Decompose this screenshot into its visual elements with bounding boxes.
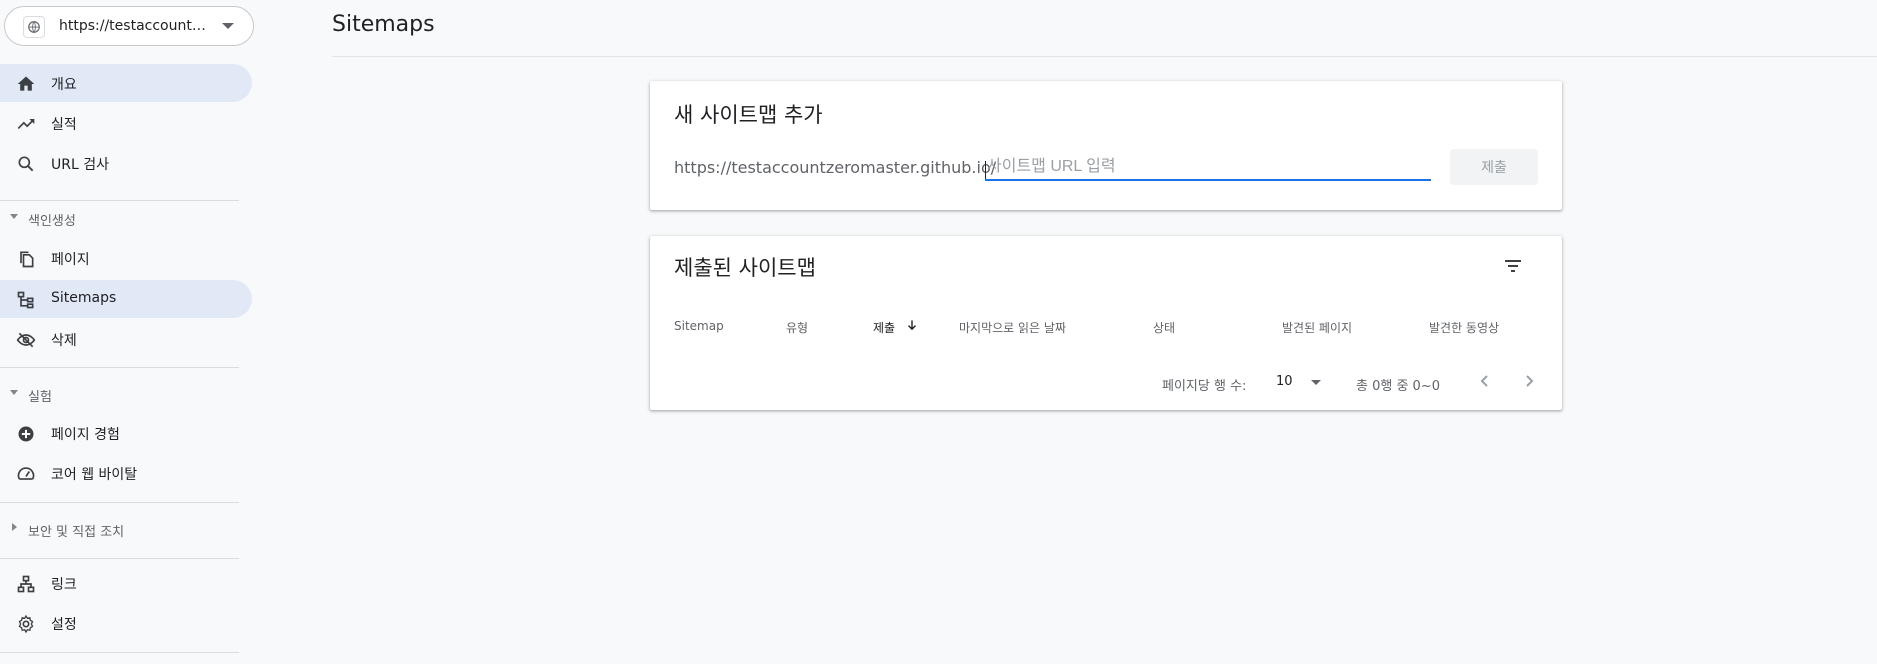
sidebar-item-label: 페이지 경험 — [51, 427, 120, 443]
submitted-sitemaps-title: 제출된 사이트맵 — [674, 256, 816, 280]
chevron-right-icon[interactable] — [1517, 369, 1541, 393]
sidebar-item-links[interactable]: 링크 — [0, 564, 252, 602]
sidebar-item-label: 링크 — [51, 577, 77, 593]
column-header-submitted[interactable]: 제출 — [873, 319, 895, 336]
caret-right-icon — [12, 523, 17, 531]
home-icon — [17, 76, 35, 91]
sitemap-url-prefix: https://testaccountzeromaster.github.io/ — [674, 158, 997, 177]
column-header-status[interactable]: 상태 — [1153, 319, 1175, 336]
sidebar-item-label: 실적 — [51, 117, 77, 133]
section-indexing[interactable]: 색인생성 — [0, 204, 252, 232]
arrow-down-icon — [908, 320, 916, 331]
column-header-discovered-videos[interactable]: 발견한 동영상 — [1429, 319, 1499, 336]
pages-icon — [20, 251, 34, 268]
sidebar-item-label: 삭제 — [51, 333, 77, 349]
rows-per-page-label: 페이지당 행 수: — [1162, 379, 1247, 394]
divider — [0, 502, 239, 503]
sidebar-item-pages[interactable]: 페이지 — [0, 239, 252, 277]
sidebar-item-label: URL 검사 — [51, 157, 109, 173]
add-sitemap-title: 새 사이트맵 추가 — [674, 103, 823, 127]
chevron-down-icon[interactable] — [1311, 380, 1321, 385]
caret-down-icon — [10, 214, 18, 219]
column-header-type[interactable]: 유형 — [786, 319, 808, 336]
column-header-sitemap[interactable]: Sitemap — [674, 319, 724, 333]
sidebar-item-overview[interactable]: 개요 — [0, 64, 252, 102]
header-divider — [332, 56, 1877, 57]
sidebar-item-label: 개요 — [51, 77, 77, 93]
links-icon — [17, 575, 35, 593]
filter-icon[interactable] — [1501, 254, 1525, 278]
sidebar: https://testaccountzeromaster.github.io/… — [0, 0, 262, 664]
trending-up-icon — [17, 119, 35, 129]
sidebar-item-label: Sitemaps — [51, 290, 117, 306]
app: https://testaccountzeromaster.github.io/… — [0, 0, 1877, 664]
chevron-left-icon[interactable] — [1473, 369, 1497, 393]
sidebar-item-performance[interactable]: 실적 — [0, 104, 252, 142]
caret-down-icon — [10, 390, 18, 395]
divider — [0, 652, 239, 653]
property-url: https://testaccountzeromaster.github.io/ — [59, 18, 213, 34]
sidebar-item-label: 페이지 — [51, 252, 90, 268]
sidebar-item-page-experience[interactable]: 페이지 경험 — [0, 414, 252, 452]
chevron-down-icon — [222, 23, 234, 29]
pagination-range: 총 0행 중 0~0 — [1356, 379, 1440, 394]
property-selector[interactable]: https://testaccountzeromaster.github.io/ — [4, 6, 254, 46]
sidebar-item-removals[interactable]: 삭제 — [0, 320, 252, 358]
divider — [0, 200, 239, 201]
rows-per-page-select[interactable]: 10 — [1276, 374, 1293, 389]
settings-icon — [18, 614, 34, 634]
divider — [0, 367, 239, 368]
speed-icon — [17, 467, 35, 480]
section-label: 보안 및 직접 조치 — [28, 525, 125, 540]
sitemap-icon — [17, 291, 34, 309]
column-header-discovered-pages[interactable]: 발견된 페이지 — [1282, 319, 1352, 336]
section-experience[interactable]: 실험 — [0, 380, 252, 408]
sidebar-item-label: 설정 — [51, 617, 77, 633]
column-header-last-read[interactable]: 마지막으로 읽은 날짜 — [959, 319, 1066, 336]
page-title: Sitemaps — [332, 12, 435, 37]
submitted-sitemaps-card: 제출된 사이트맵 Sitemap 유형 제출 마지막으로 읽은 날짜 상태 발견… — [650, 236, 1562, 410]
section-label: 색인생성 — [28, 214, 76, 229]
sidebar-item-sitemaps[interactable]: Sitemaps — [0, 280, 252, 318]
sidebar-item-core-web-vitals[interactable]: 코어 웹 바이탈 — [0, 454, 252, 492]
plus-circle-icon — [18, 426, 34, 442]
section-label: 실험 — [28, 390, 52, 405]
sitemap-url-input[interactable] — [985, 155, 1431, 181]
text-cursor — [985, 161, 986, 179]
globe-icon — [23, 16, 45, 38]
submit-button[interactable]: 제출 — [1450, 149, 1538, 185]
divider — [0, 558, 239, 559]
section-security[interactable]: 보안 및 직접 조치 — [0, 515, 252, 543]
visibility-off-icon — [16, 332, 36, 348]
search-icon — [18, 156, 34, 172]
add-sitemap-card: 새 사이트맵 추가 https://testaccountzeromaster.… — [650, 81, 1562, 210]
sidebar-item-settings[interactable]: 설정 — [0, 604, 252, 642]
sidebar-item-label: 코어 웹 바이탈 — [51, 467, 138, 483]
sidebar-item-url-inspection[interactable]: URL 검사 — [0, 144, 252, 182]
